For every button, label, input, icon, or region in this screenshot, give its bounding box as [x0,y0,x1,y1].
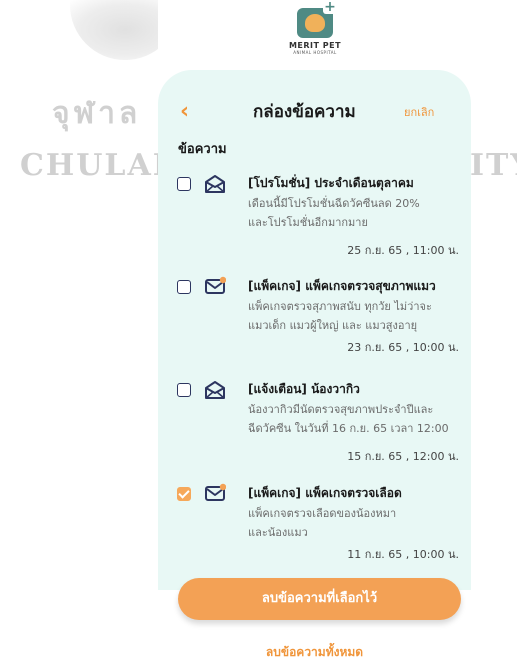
message-item[interactable]: [แพ็คเกจ] แพ็คเกจตรวจเลือด แพ็คเกจตรวจเล… [158,480,471,590]
message-item[interactable]: [แจ้งเตือน] น้องวากิว น้องวากิวมีนัดตรวจ… [158,376,471,486]
delete-selected-button[interactable]: ลบข้อความที่เลือกไว้ [178,578,461,620]
phone-screen: MERIT PET ANIMAL HOSPITAL ‹ กล่องข้อความ… [158,0,471,661]
message-body: แพ็คเกจตรวจเลือดของน้องหมา และน้องแมว [248,507,397,539]
envelope-unread-icon [205,276,226,294]
message-item[interactable]: [โปรโมชั่น] ประจำเดือนตุลาคม เดือนนี้มีโ… [158,170,471,280]
message-body: เดือนนี้มีโปรโมชั่นฉีดวัคซีนลด 20% และโป… [248,197,420,229]
message-title: [แจ้งเตือน] น้องวากิว [248,382,360,396]
inbox-panel: ‹ กล่องข้อความ ยกเลิก ข้อความ [โปรโมชั่น… [158,70,471,590]
message-checkbox-checked[interactable] [177,487,191,501]
pet-hospital-logo-icon [297,0,337,38]
message-body: แพ็คเกจตรวจสุภาพสนับ ทุกวัย ไม่ว่าจะ แมว… [248,300,432,332]
envelope-open-icon [205,381,225,399]
chevron-left-icon[interactable]: ‹ [180,98,189,126]
message-time: 15 ก.ย. 65 , 12:00 น. [347,450,459,463]
inbox-header: ‹ กล่องข้อความ ยกเลิก [158,98,471,128]
message-checkbox[interactable] [177,280,191,294]
message-title: [โปรโมชั่น] ประจำเดือนตุลาคม [248,176,414,190]
message-title: [แพ็คเกจ] แพ็คเกจตรวจสุขภาพแมว [248,279,436,293]
message-time: 11 ก.ย. 65 , 10:00 น. [347,548,459,561]
merit-pet-logo: MERIT PET ANIMAL HOSPITAL [280,0,350,66]
message-title: [แพ็คเกจ] แพ็คเกจตรวจเลือด [248,486,402,500]
cancel-button[interactable]: ยกเลิก [404,101,434,125]
message-time: 23 ก.ย. 65 , 10:00 น. [347,341,459,354]
section-label: ข้อความ [178,142,227,157]
message-item[interactable]: [แพ็คเกจ] แพ็คเกจตรวจสุขภาพแมว แพ็คเกจตร… [158,273,471,383]
message-checkbox[interactable] [177,177,191,191]
page-title: กล่องข้อความ [253,102,356,122]
watermark-thai: จุฬาลัย [52,96,466,131]
delete-all-button[interactable]: ลบข้อความทั้งหมด [158,643,471,662]
envelope-open-icon [205,175,225,193]
message-checkbox[interactable] [177,383,191,397]
message-body: น้องวากิวมีนัดตรวจสุขภาพประจำปีและ ฉีดวั… [248,403,449,435]
message-time: 25 ก.ย. 65 , 11:00 น. [347,244,459,257]
envelope-unread-icon [205,483,226,501]
